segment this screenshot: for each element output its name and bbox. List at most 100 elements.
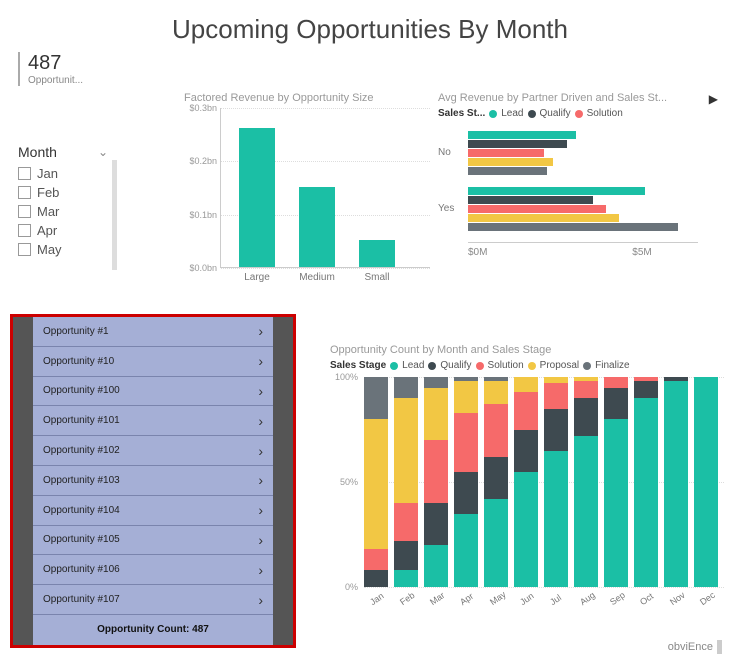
chevron-right-icon[interactable]: › bbox=[258, 562, 263, 578]
column-aug[interactable] bbox=[574, 377, 598, 587]
column-jan[interactable] bbox=[364, 377, 388, 587]
segment-solution[interactable] bbox=[604, 377, 628, 388]
segment-qualify[interactable] bbox=[544, 409, 568, 451]
segment-solution[interactable] bbox=[424, 440, 448, 503]
segment-proposal[interactable] bbox=[424, 388, 448, 441]
segment-lead[interactable] bbox=[694, 377, 718, 587]
chevron-right-icon[interactable]: › bbox=[258, 323, 263, 339]
segment-proposal[interactable] bbox=[574, 377, 598, 381]
segment-proposal[interactable] bbox=[484, 381, 508, 404]
segment-qualify[interactable] bbox=[604, 388, 628, 420]
segment-finalize[interactable] bbox=[424, 377, 448, 388]
column-nov[interactable] bbox=[664, 377, 688, 587]
segment-solution[interactable] bbox=[454, 413, 478, 472]
list-item[interactable]: Opportunity #101› bbox=[33, 406, 273, 436]
chevron-right-icon[interactable]: › bbox=[258, 592, 263, 608]
factored-revenue-chart[interactable]: Factored Revenue by Opportunity Size $0.… bbox=[184, 92, 414, 292]
segment-solution[interactable] bbox=[514, 392, 538, 430]
segment-solution[interactable] bbox=[484, 404, 508, 457]
column-mar[interactable] bbox=[424, 377, 448, 587]
segment-finalize[interactable] bbox=[454, 377, 478, 381]
segment-finalize[interactable] bbox=[394, 377, 418, 398]
column-jul[interactable] bbox=[544, 377, 568, 587]
list-item[interactable]: Opportunity #100› bbox=[33, 377, 273, 407]
list-item[interactable]: Opportunity #105› bbox=[33, 526, 273, 556]
segment-qualify[interactable] bbox=[664, 377, 688, 381]
segment-lead[interactable] bbox=[544, 451, 568, 588]
checkbox-icon[interactable] bbox=[18, 243, 31, 256]
slicer-item-jan[interactable]: Jan bbox=[18, 166, 108, 181]
segment-proposal[interactable] bbox=[514, 377, 538, 392]
slicer-scrollbar[interactable] bbox=[112, 160, 117, 270]
chevron-right-icon[interactable]: › bbox=[258, 502, 263, 518]
segment-proposal[interactable] bbox=[454, 381, 478, 413]
segment-lead[interactable] bbox=[424, 545, 448, 587]
slicer-item-apr[interactable]: Apr bbox=[18, 223, 108, 238]
hbar-yes-qualify[interactable] bbox=[468, 196, 593, 204]
segment-qualify[interactable] bbox=[424, 503, 448, 545]
segment-solution[interactable] bbox=[634, 377, 658, 381]
column-dec[interactable] bbox=[694, 377, 718, 587]
list-item[interactable]: Opportunity #102› bbox=[33, 436, 273, 466]
segment-finalize[interactable] bbox=[364, 377, 388, 419]
hbar-yes-lead[interactable] bbox=[468, 187, 645, 195]
segment-lead[interactable] bbox=[634, 398, 658, 587]
stacked-opportunity-chart[interactable]: Opportunity Count by Month and Sales Sta… bbox=[330, 344, 730, 634]
list-item[interactable]: Opportunity #106› bbox=[33, 555, 273, 585]
segment-solution[interactable] bbox=[544, 383, 568, 408]
chevron-right-icon[interactable]: › bbox=[258, 353, 263, 369]
segment-lead[interactable] bbox=[394, 570, 418, 587]
hbar-yes-solution[interactable] bbox=[468, 205, 606, 213]
segment-lead[interactable] bbox=[454, 514, 478, 588]
chevron-right-icon[interactable]: › bbox=[258, 413, 263, 429]
month-slicer[interactable]: Month ⌄ JanFebMarAprMay bbox=[18, 144, 108, 261]
segment-lead[interactable] bbox=[664, 381, 688, 587]
checkbox-icon[interactable] bbox=[18, 205, 31, 218]
checkbox-icon[interactable] bbox=[18, 186, 31, 199]
chevron-right-icon[interactable]: › bbox=[258, 472, 263, 488]
legend-next-icon[interactable]: ▶ bbox=[709, 92, 718, 106]
slicer-item-may[interactable]: May bbox=[18, 242, 108, 257]
hbar-no-solution[interactable] bbox=[468, 149, 544, 157]
column-may[interactable] bbox=[484, 377, 508, 587]
segment-solution[interactable] bbox=[394, 503, 418, 541]
chevron-right-icon[interactable]: › bbox=[258, 443, 263, 459]
list-item[interactable]: Opportunity #10› bbox=[33, 347, 273, 377]
column-apr[interactable] bbox=[454, 377, 478, 587]
segment-proposal[interactable] bbox=[364, 419, 388, 549]
hbar-no-qualify[interactable] bbox=[468, 140, 567, 148]
segment-lead[interactable] bbox=[604, 419, 628, 587]
hbar-no-finalize[interactable] bbox=[468, 167, 547, 175]
hbar-yes-proposal[interactable] bbox=[468, 214, 619, 222]
segment-solution[interactable] bbox=[574, 381, 598, 398]
hbar-no-proposal[interactable] bbox=[468, 158, 553, 166]
segment-lead[interactable] bbox=[574, 436, 598, 587]
checkbox-icon[interactable] bbox=[18, 167, 31, 180]
segment-proposal[interactable] bbox=[394, 398, 418, 503]
segment-proposal[interactable] bbox=[544, 377, 568, 383]
list-item[interactable]: Opportunity #104› bbox=[33, 496, 273, 526]
slicer-item-mar[interactable]: Mar bbox=[18, 204, 108, 219]
bar-small[interactable] bbox=[359, 240, 395, 267]
chevron-down-icon[interactable]: ⌄ bbox=[98, 145, 108, 159]
segment-qualify[interactable] bbox=[454, 472, 478, 514]
segment-lead[interactable] bbox=[514, 472, 538, 588]
segment-lead[interactable] bbox=[484, 499, 508, 587]
slicer-item-feb[interactable]: Feb bbox=[18, 185, 108, 200]
column-feb[interactable] bbox=[394, 377, 418, 587]
bar-medium[interactable] bbox=[299, 187, 335, 267]
list-item[interactable]: Opportunity #103› bbox=[33, 466, 273, 496]
column-oct[interactable] bbox=[634, 377, 658, 587]
column-sep[interactable] bbox=[604, 377, 628, 587]
list-item[interactable]: Opportunity #107› bbox=[33, 585, 273, 615]
avg-revenue-chart[interactable]: Avg Revenue by Partner Driven and Sales … bbox=[438, 92, 718, 292]
opportunity-list-visual[interactable]: Opportunity #1›Opportunity #10›Opportuni… bbox=[10, 314, 296, 648]
column-jun[interactable] bbox=[514, 377, 538, 587]
hbar-no-lead[interactable] bbox=[468, 131, 576, 139]
segment-qualify[interactable] bbox=[574, 398, 598, 436]
segment-solution[interactable] bbox=[364, 549, 388, 570]
segment-qualify[interactable] bbox=[484, 457, 508, 499]
segment-qualify[interactable] bbox=[514, 430, 538, 472]
list-item[interactable]: Opportunity #1› bbox=[33, 317, 273, 347]
segment-qualify[interactable] bbox=[364, 570, 388, 587]
